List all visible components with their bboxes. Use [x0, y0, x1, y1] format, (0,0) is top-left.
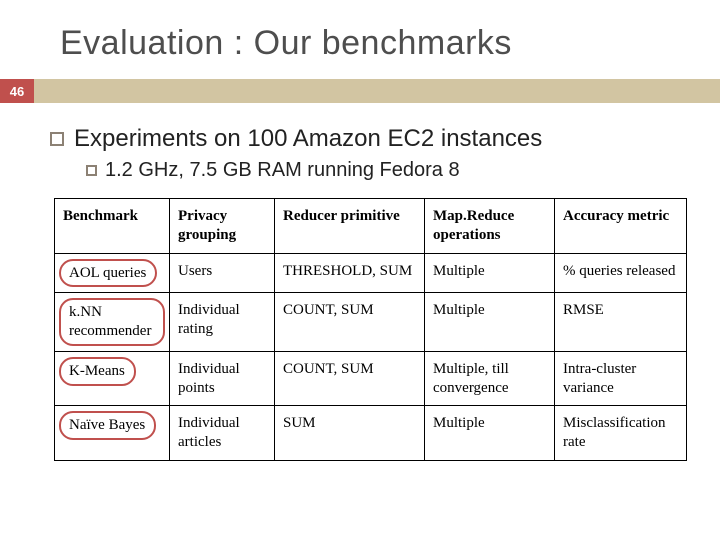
- highlight-capsule: k.NN recommender: [59, 298, 165, 346]
- cell-mapreduce: Multiple: [425, 406, 555, 461]
- cell-mapreduce: Multiple: [425, 253, 555, 293]
- col-header-reducer: Reducer primitive: [275, 199, 425, 254]
- slide-body: Experiments on 100 Amazon EC2 instances …: [0, 103, 720, 461]
- cell-mapreduce: Multiple, till convergence: [425, 351, 555, 406]
- table-row: K-Means Individual points COUNT, SUM Mul…: [55, 351, 687, 406]
- bullet-2-text: 1.2 GHz, 7.5 GB RAM running Fedora 8: [105, 159, 460, 182]
- col-header-mapreduce: Map.Reduce operations: [425, 199, 555, 254]
- highlight-capsule: AOL queries: [59, 259, 157, 288]
- highlight-capsule: K-Means: [59, 357, 136, 386]
- accent-bar: 46: [0, 79, 720, 103]
- cell-privacy: Users: [170, 253, 275, 293]
- cell-accuracy: % queries released: [555, 253, 687, 293]
- bullet-1-text: Experiments on 100 Amazon EC2 instances: [74, 125, 542, 153]
- col-header-benchmark: Benchmark: [55, 199, 170, 254]
- cell-accuracy: Intra-cluster variance: [555, 351, 687, 406]
- cell-reducer: SUM: [275, 406, 425, 461]
- col-header-accuracy: Accuracy metric: [555, 199, 687, 254]
- cell-benchmark: AOL queries: [55, 253, 170, 293]
- cell-accuracy: RMSE: [555, 293, 687, 352]
- table-row: k.NN recommender Individual rating COUNT…: [55, 293, 687, 352]
- bullet-level-1: Experiments on 100 Amazon EC2 instances: [50, 125, 692, 153]
- square-bullet-icon: [86, 165, 97, 176]
- cell-benchmark: k.NN recommender: [55, 293, 170, 352]
- cell-reducer: THRESHOLD, SUM: [275, 253, 425, 293]
- table-row: AOL queries Users THRESHOLD, SUM Multipl…: [55, 253, 687, 293]
- cell-benchmark: K-Means: [55, 351, 170, 406]
- benchmark-table: Benchmark Privacy grouping Reducer primi…: [54, 198, 687, 461]
- col-header-privacy: Privacy grouping: [170, 199, 275, 254]
- slide-title: Evaluation : Our benchmarks: [0, 0, 720, 79]
- cell-reducer: COUNT, SUM: [275, 293, 425, 352]
- cell-benchmark: Naïve Bayes: [55, 406, 170, 461]
- highlight-capsule: Naïve Bayes: [59, 411, 156, 440]
- cell-reducer: COUNT, SUM: [275, 351, 425, 406]
- cell-mapreduce: Multiple: [425, 293, 555, 352]
- cell-accuracy: Misclassification rate: [555, 406, 687, 461]
- square-bullet-icon: [50, 132, 64, 146]
- cell-privacy: Individual points: [170, 351, 275, 406]
- slide: Evaluation : Our benchmarks 46 Experimen…: [0, 0, 720, 540]
- bullet-level-2: 1.2 GHz, 7.5 GB RAM running Fedora 8: [86, 159, 692, 182]
- slide-number-badge: 46: [0, 79, 34, 103]
- table-header-row: Benchmark Privacy grouping Reducer primi…: [55, 199, 687, 254]
- cell-privacy: Individual articles: [170, 406, 275, 461]
- cell-privacy: Individual rating: [170, 293, 275, 352]
- table-row: Naïve Bayes Individual articles SUM Mult…: [55, 406, 687, 461]
- accent-bar-fill: [34, 79, 720, 103]
